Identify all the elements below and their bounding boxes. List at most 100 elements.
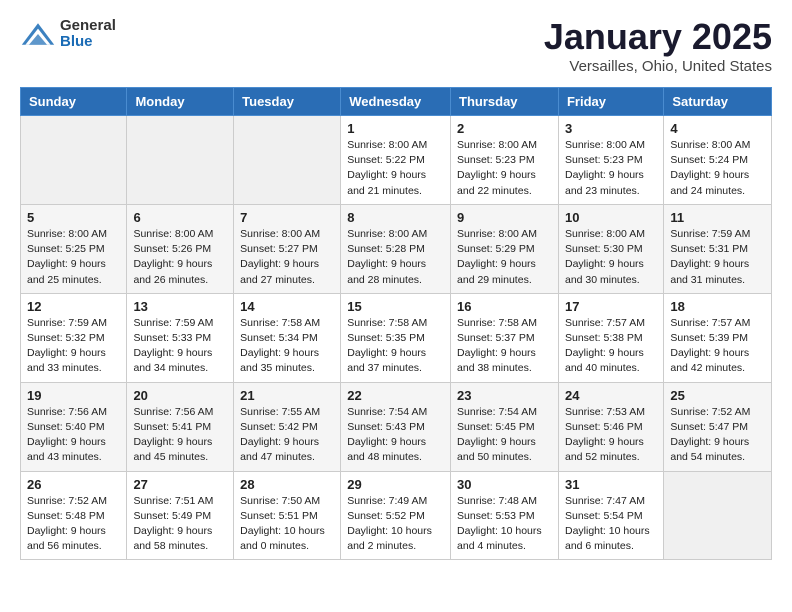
day-number: 5	[27, 210, 120, 225]
logo-blue-text: Blue	[60, 34, 116, 51]
day-number: 18	[670, 299, 765, 314]
day-info: Sunrise: 7:54 AM Sunset: 5:43 PM Dayligh…	[347, 405, 444, 466]
day-number: 7	[240, 210, 334, 225]
day-cell: 11 Sunrise: 7:59 AM Sunset: 5:31 PM Dayli…	[664, 204, 772, 293]
day-cell: 4Sunrise: 8:00 AM Sunset: 5:24 PM Daylig…	[664, 116, 772, 205]
day-number: 1	[347, 121, 444, 136]
day-cell: 30Sunrise: 7:48 AM Sunset: 5:53 PM Dayli…	[451, 471, 559, 560]
calendar-subtitle: Versailles, Ohio, United States	[544, 58, 772, 75]
day-cell: 16 Sunrise: 7:58 AM Sunset: 5:37 PM Dayli…	[451, 293, 559, 382]
day-cell: 1 Sunrise: 8:00 AM Sunset: 5:22 PM Daylig…	[341, 116, 451, 205]
day-cell: 2Sunrise: 8:00 AM Sunset: 5:23 PM Daylig…	[451, 116, 559, 205]
logo-text: General Blue	[60, 18, 116, 51]
col-wednesday: Wednesday	[341, 88, 451, 116]
day-number: 21	[240, 388, 334, 403]
day-cell: 25 Sunrise: 7:52 AM Sunset: 5:47 PM Dayli…	[664, 382, 772, 471]
col-sunday: Sunday	[21, 88, 127, 116]
week-row-2: 5 Sunrise: 8:00 AM Sunset: 5:25 PM Daylig…	[21, 204, 772, 293]
day-cell: 8Sunrise: 8:00 AM Sunset: 5:28 PM Daylig…	[341, 204, 451, 293]
day-info: Sunrise: 7:55 AM Sunset: 5:42 PM Dayligh…	[240, 405, 334, 466]
day-cell: 28 Sunrise: 7:50 AM Sunset: 5:51 PM Dayli…	[234, 471, 341, 560]
logo-general-text: General	[60, 18, 116, 35]
day-info: Sunrise: 8:00 AM Sunset: 5:30 PM Dayligh…	[565, 227, 657, 288]
day-number: 24	[565, 388, 657, 403]
day-info: Sunrise: 8:00 AM Sunset: 5:23 PM Dayligh…	[565, 138, 657, 199]
day-cell: 18Sunrise: 7:57 AM Sunset: 5:39 PM Dayli…	[664, 293, 772, 382]
day-cell: 10Sunrise: 8:00 AM Sunset: 5:30 PM Dayli…	[558, 204, 663, 293]
day-number: 20	[133, 388, 227, 403]
week-row-5: 26Sunrise: 7:52 AM Sunset: 5:48 PM Dayli…	[21, 471, 772, 560]
week-row-4: 19 Sunrise: 7:56 AM Sunset: 5:40 PM Dayli…	[21, 382, 772, 471]
day-number: 19	[27, 388, 120, 403]
day-number: 2	[457, 121, 552, 136]
day-info: Sunrise: 7:59 AM Sunset: 5:32 PM Dayligh…	[27, 316, 120, 377]
day-cell: 31 Sunrise: 7:47 AM Sunset: 5:54 PM Dayli…	[558, 471, 663, 560]
day-number: 29	[347, 477, 444, 492]
day-cell	[21, 116, 127, 205]
day-cell: 22 Sunrise: 7:54 AM Sunset: 5:43 PM Dayli…	[341, 382, 451, 471]
day-number: 13	[133, 299, 227, 314]
day-cell	[664, 471, 772, 560]
day-number: 31	[565, 477, 657, 492]
week-row-1: 1 Sunrise: 8:00 AM Sunset: 5:22 PM Daylig…	[21, 116, 772, 205]
day-cell: 17 Sunrise: 7:57 AM Sunset: 5:38 PM Dayli…	[558, 293, 663, 382]
day-info: Sunrise: 7:48 AM Sunset: 5:53 PM Dayligh…	[457, 494, 552, 555]
day-number: 6	[133, 210, 227, 225]
day-cell: 24Sunrise: 7:53 AM Sunset: 5:46 PM Dayli…	[558, 382, 663, 471]
day-info: Sunrise: 8:00 AM Sunset: 5:27 PM Dayligh…	[240, 227, 334, 288]
day-info: Sunrise: 7:54 AM Sunset: 5:45 PM Dayligh…	[457, 405, 552, 466]
calendar-title: January 2025	[544, 16, 772, 58]
day-info: Sunrise: 8:00 AM Sunset: 5:28 PM Dayligh…	[347, 227, 444, 288]
day-cell: 3 Sunrise: 8:00 AM Sunset: 5:23 PM Daylig…	[558, 116, 663, 205]
day-info: Sunrise: 8:00 AM Sunset: 5:25 PM Dayligh…	[27, 227, 120, 288]
title-block: January 2025 Versailles, Ohio, United St…	[544, 16, 772, 75]
day-info: Sunrise: 7:52 AM Sunset: 5:47 PM Dayligh…	[670, 405, 765, 466]
day-cell: 19 Sunrise: 7:56 AM Sunset: 5:40 PM Dayli…	[21, 382, 127, 471]
day-cell: 26Sunrise: 7:52 AM Sunset: 5:48 PM Dayli…	[21, 471, 127, 560]
day-info: Sunrise: 7:56 AM Sunset: 5:41 PM Dayligh…	[133, 405, 227, 466]
day-cell: 23 Sunrise: 7:54 AM Sunset: 5:45 PM Dayli…	[451, 382, 559, 471]
col-monday: Monday	[127, 88, 234, 116]
day-number: 28	[240, 477, 334, 492]
col-thursday: Thursday	[451, 88, 559, 116]
day-cell: 27Sunrise: 7:51 AM Sunset: 5:49 PM Dayli…	[127, 471, 234, 560]
day-number: 14	[240, 299, 334, 314]
day-info: Sunrise: 7:58 AM Sunset: 5:35 PM Dayligh…	[347, 316, 444, 377]
header-row: Sunday Monday Tuesday Wednesday Thursday…	[21, 88, 772, 116]
day-info: Sunrise: 7:56 AM Sunset: 5:40 PM Dayligh…	[27, 405, 120, 466]
day-info: Sunrise: 8:00 AM Sunset: 5:22 PM Dayligh…	[347, 138, 444, 199]
day-number: 17	[565, 299, 657, 314]
page: General Blue January 2025 Versailles, Oh…	[0, 0, 792, 580]
day-number: 12	[27, 299, 120, 314]
header: General Blue January 2025 Versailles, Oh…	[20, 16, 772, 75]
day-number: 26	[27, 477, 120, 492]
day-info: Sunrise: 7:59 AM Sunset: 5:31 PM Dayligh…	[670, 227, 765, 288]
day-cell: 7 Sunrise: 8:00 AM Sunset: 5:27 PM Daylig…	[234, 204, 341, 293]
day-info: Sunrise: 7:59 AM Sunset: 5:33 PM Dayligh…	[133, 316, 227, 377]
day-info: Sunrise: 7:58 AM Sunset: 5:37 PM Dayligh…	[457, 316, 552, 377]
col-tuesday: Tuesday	[234, 88, 341, 116]
day-cell: 9 Sunrise: 8:00 AM Sunset: 5:29 PM Daylig…	[451, 204, 559, 293]
day-cell: 29 Sunrise: 7:49 AM Sunset: 5:52 PM Dayli…	[341, 471, 451, 560]
day-number: 11	[670, 210, 765, 225]
day-info: Sunrise: 7:50 AM Sunset: 5:51 PM Dayligh…	[240, 494, 334, 555]
day-number: 9	[457, 210, 552, 225]
day-info: Sunrise: 8:00 AM Sunset: 5:29 PM Dayligh…	[457, 227, 552, 288]
day-number: 27	[133, 477, 227, 492]
day-info: Sunrise: 8:00 AM Sunset: 5:24 PM Dayligh…	[670, 138, 765, 199]
day-number: 25	[670, 388, 765, 403]
day-cell	[234, 116, 341, 205]
day-info: Sunrise: 7:47 AM Sunset: 5:54 PM Dayligh…	[565, 494, 657, 555]
day-info: Sunrise: 7:57 AM Sunset: 5:38 PM Dayligh…	[565, 316, 657, 377]
day-number: 3	[565, 121, 657, 136]
day-number: 23	[457, 388, 552, 403]
day-cell: 20 Sunrise: 7:56 AM Sunset: 5:41 PM Dayli…	[127, 382, 234, 471]
day-number: 16	[457, 299, 552, 314]
day-cell: 6 Sunrise: 8:00 AM Sunset: 5:26 PM Daylig…	[127, 204, 234, 293]
day-info: Sunrise: 8:00 AM Sunset: 5:26 PM Dayligh…	[133, 227, 227, 288]
week-row-3: 12 Sunrise: 7:59 AM Sunset: 5:32 PM Dayli…	[21, 293, 772, 382]
day-info: Sunrise: 7:49 AM Sunset: 5:52 PM Dayligh…	[347, 494, 444, 555]
day-number: 15	[347, 299, 444, 314]
logo: General Blue	[20, 16, 116, 52]
day-number: 22	[347, 388, 444, 403]
